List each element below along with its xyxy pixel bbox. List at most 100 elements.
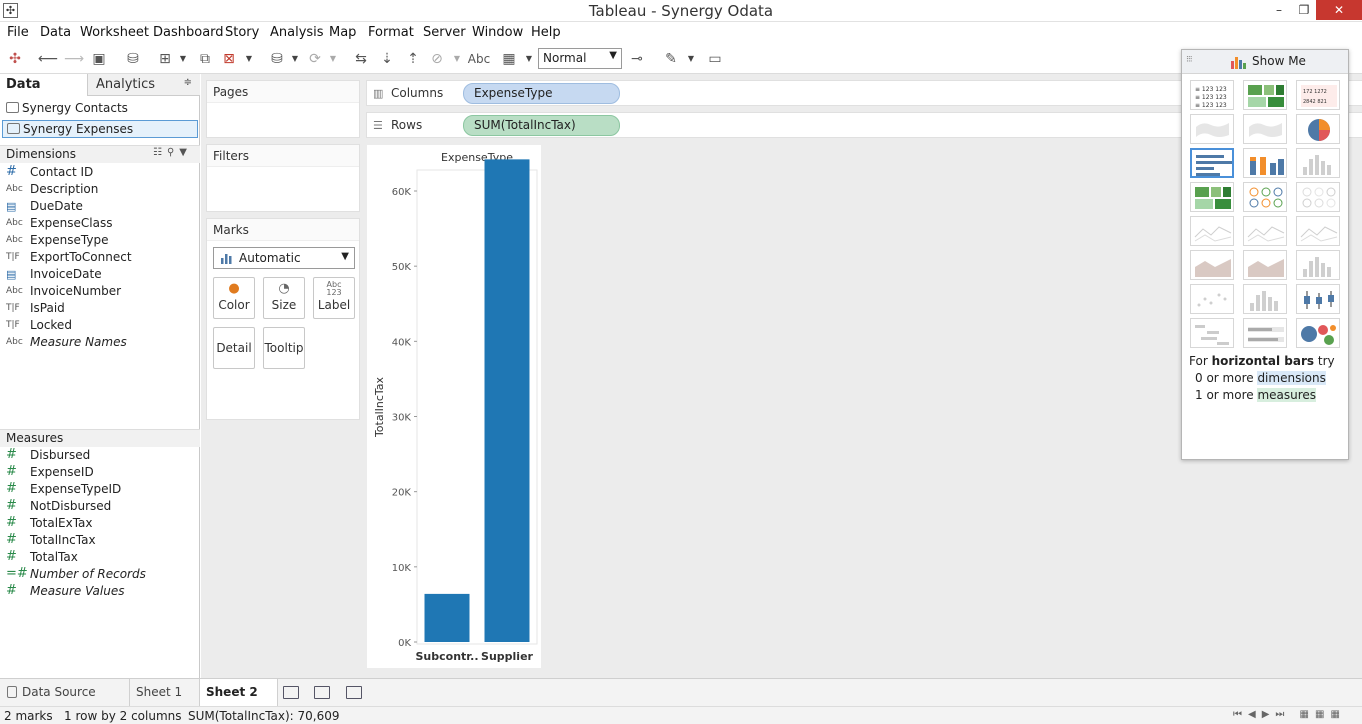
presentation-mode-icon[interactable]: ▭: [706, 50, 724, 68]
chart-type-side-by-side-circles[interactable]: [1296, 182, 1340, 212]
datasource-synergy-contacts[interactable]: Synergy Contacts: [2, 100, 198, 118]
highlight-dropdown-icon[interactable]: ▼: [682, 50, 700, 68]
chart-type-horizontal-bars[interactable]: [1190, 148, 1234, 178]
highlight-icon[interactable]: ✎: [662, 50, 680, 68]
new-datasource-icon[interactable]: ⛁: [124, 50, 142, 68]
pin-icon[interactable]: ⊸: [628, 50, 646, 68]
dimension-field[interactable]: Abc InvoiceNumber: [0, 284, 200, 301]
save-icon[interactable]: ▣: [90, 50, 108, 68]
sort-descending-icon[interactable]: ⇡: [404, 50, 422, 68]
measure-field[interactable]: # NotDisbursed: [0, 498, 200, 516]
filters-card[interactable]: Filters: [206, 144, 360, 212]
dimension-field[interactable]: T|F IsPaid: [0, 301, 200, 318]
rows-pill-sum-totalinctax[interactable]: SUM(TotalIncTax): [463, 115, 620, 136]
refresh-icon[interactable]: ⟳: [306, 50, 324, 68]
columns-pill-expensetype[interactable]: ExpenseType: [463, 83, 620, 104]
chart-type-text-table[interactable]: ≡ 123 123 ≡ 123 123 ≡ 123 123: [1190, 80, 1234, 110]
tab-analytics[interactable]: Analytics ≑: [88, 74, 200, 96]
show-labels-icon[interactable]: Abc: [466, 50, 492, 68]
menu-window[interactable]: Window: [472, 25, 523, 40]
color-button[interactable]: ● Color: [213, 277, 255, 319]
bar-supplier[interactable]: [484, 159, 530, 642]
measure-field[interactable]: # TotalExTax: [0, 515, 200, 533]
menu-story[interactable]: Story: [225, 25, 259, 40]
chart-type-area-discrete[interactable]: [1243, 250, 1287, 280]
chart-type-treemap[interactable]: [1190, 182, 1234, 212]
chart-type-dual-combination[interactable]: [1296, 250, 1340, 280]
measure-field[interactable]: =# Number of Records: [0, 566, 200, 584]
chart-type-heat-map[interactable]: [1243, 80, 1287, 110]
redo-icon[interactable]: ⟶: [64, 50, 84, 68]
menu-file[interactable]: File: [7, 25, 29, 40]
mark-type-select[interactable]: Automatic ▼: [213, 247, 355, 269]
dimension-field[interactable]: T|F Locked: [0, 318, 200, 335]
chart-type-highlight-table[interactable]: 172 1272 2842 821: [1296, 80, 1340, 110]
menu-server[interactable]: Server: [423, 25, 466, 40]
maximize-button[interactable]: ❐: [1291, 0, 1317, 20]
chart-type-packed-bubbles[interactable]: [1296, 318, 1340, 348]
chart-type-lines-discrete[interactable]: [1243, 216, 1287, 246]
measure-field[interactable]: # ExpenseTypeID: [0, 481, 200, 499]
chart-type-bullet-graph[interactable]: [1243, 318, 1287, 348]
chart-type-pie-chart[interactable]: [1296, 114, 1340, 144]
tab-data-source[interactable]: Data Source: [0, 679, 130, 706]
menu-dashboard[interactable]: Dashboard: [153, 25, 224, 40]
new-worksheet-dropdown-icon[interactable]: ▼: [174, 50, 192, 68]
size-button[interactable]: ◔ Size: [263, 277, 305, 319]
tableau-logo-icon[interactable]: ✣: [6, 50, 24, 68]
datasource-synergy-expenses[interactable]: Synergy Expenses: [2, 120, 198, 138]
measure-field[interactable]: # TotalIncTax: [0, 532, 200, 550]
fit-select[interactable]: Normal ▼: [538, 48, 622, 69]
menu-format[interactable]: Format: [368, 25, 414, 40]
chart-type-stacked-bars[interactable]: [1243, 148, 1287, 178]
chart-type-box-and-whisker[interactable]: [1296, 284, 1340, 314]
menu-worksheet[interactable]: Worksheet: [80, 25, 149, 40]
menu-map[interactable]: Map: [329, 25, 356, 40]
detail-button[interactable]: Detail: [213, 327, 255, 369]
sheet-nav-arrows[interactable]: ⏮◀▶⏭ ▦▦▦: [1233, 709, 1346, 720]
dimension-field[interactable]: T|F ExportToConnect: [0, 250, 200, 267]
new-worksheet-icon[interactable]: [283, 686, 299, 699]
chart-type-histogram[interactable]: [1243, 284, 1287, 314]
duplicate-sheet-icon[interactable]: ⧉: [196, 50, 214, 68]
pause-updates-icon[interactable]: ⛁: [268, 50, 286, 68]
chart-type-filled-map[interactable]: [1243, 114, 1287, 144]
new-dashboard-icon[interactable]: [314, 686, 330, 699]
chart-type-area-continuous[interactable]: [1190, 250, 1234, 280]
chart-type-dual-lines[interactable]: [1296, 216, 1340, 246]
undo-icon[interactable]: ⟵: [38, 50, 58, 68]
measure-field[interactable]: # Measure Values: [0, 583, 200, 601]
measure-field[interactable]: # Disbursed: [0, 447, 200, 465]
pause-updates-dropdown-icon[interactable]: ▼: [286, 50, 304, 68]
new-worksheet-icon[interactable]: ⊞: [156, 50, 174, 68]
dimension-field[interactable]: Abc Description: [0, 182, 200, 199]
close-button[interactable]: ✕: [1316, 0, 1362, 20]
tab-sheet-2[interactable]: Sheet 2: [200, 679, 278, 706]
grip-icon[interactable]: ⁝⁝⁝: [1186, 55, 1193, 65]
search-icon[interactable]: ⚲: [167, 147, 179, 158]
dimensions-tools[interactable]: ☷⚲▼: [153, 147, 192, 158]
label-button[interactable]: Abc 123 Label: [313, 277, 355, 319]
tooltip-button[interactable]: Tooltip: [263, 327, 305, 369]
tab-sheet-1[interactable]: Sheet 1: [130, 679, 200, 706]
menu-data[interactable]: Data: [40, 25, 71, 40]
bar-subcontr[interactable]: [424, 593, 470, 642]
dimension-field[interactable]: ▤ DueDate: [0, 199, 200, 216]
chart-type-symbol-map[interactable]: [1190, 114, 1234, 144]
menu-analysis[interactable]: Analysis: [270, 25, 324, 40]
measure-field[interactable]: # TotalTax: [0, 549, 200, 567]
menu-help[interactable]: Help: [531, 25, 561, 40]
chart-type-circle-views[interactable]: [1243, 182, 1287, 212]
chevron-down-icon[interactable]: ▼: [179, 147, 192, 158]
dimension-field[interactable]: ▤ InvoiceDate: [0, 267, 200, 284]
show-me-header[interactable]: ⁝⁝⁝ Show Me: [1182, 50, 1348, 74]
refresh-dropdown-icon[interactable]: ▼: [324, 50, 342, 68]
group-dropdown-icon[interactable]: ▼: [448, 50, 466, 68]
clear-sheet-dropdown-icon[interactable]: ▼: [240, 50, 258, 68]
measure-field[interactable]: # ExpenseID: [0, 464, 200, 482]
dimension-field[interactable]: # Contact ID: [0, 164, 200, 182]
chart-type-scatter-plot[interactable]: [1190, 284, 1234, 314]
chart-type-lines-continuous[interactable]: [1190, 216, 1234, 246]
minimize-button[interactable]: –: [1266, 0, 1292, 20]
pages-card[interactable]: Pages: [206, 80, 360, 138]
